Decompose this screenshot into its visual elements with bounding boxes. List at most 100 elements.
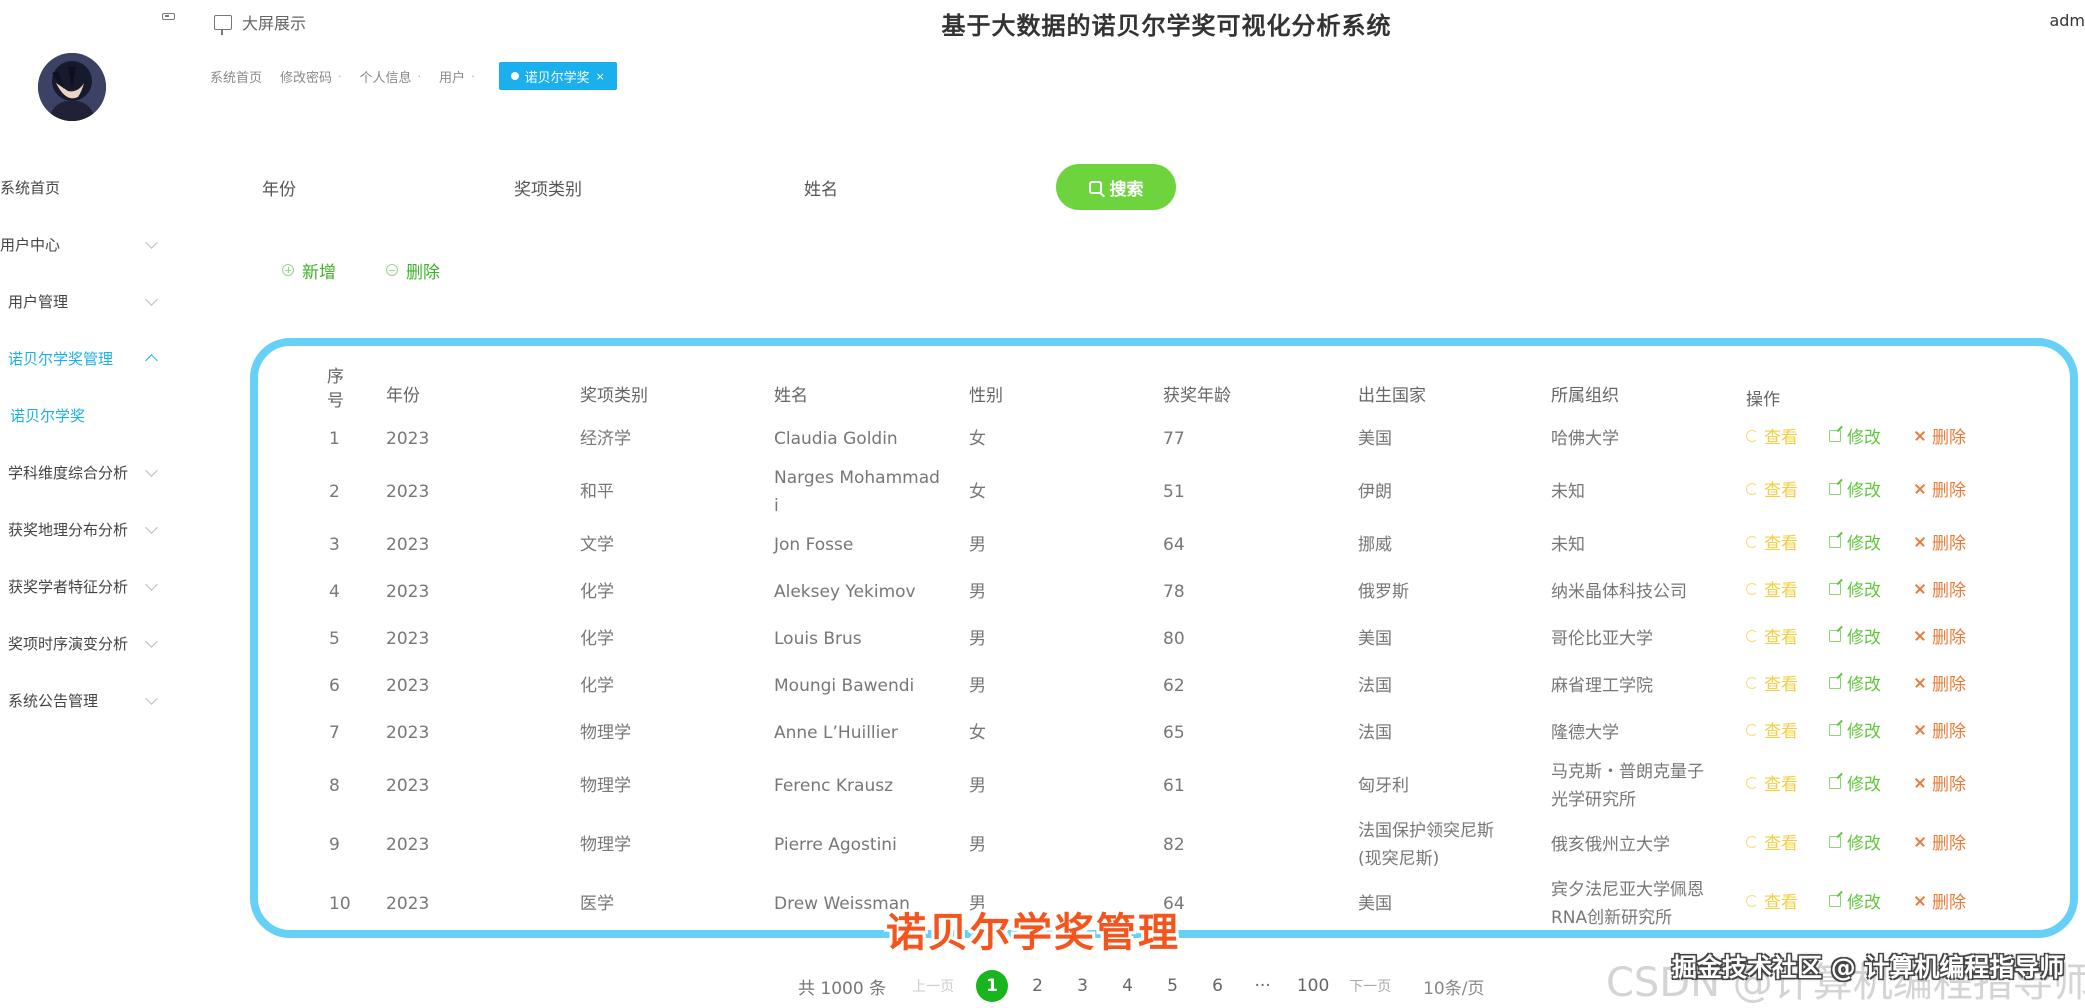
- row-name: Anne L’Huillier: [774, 723, 898, 743]
- sidebar-item-subject-analysis[interactable]: 学科维度综合分析: [0, 457, 160, 487]
- row-org: 宾夕法尼亚大学佩恩 RNA创新研究所: [1551, 880, 1704, 928]
- sidebar-item-nobel-prize[interactable]: 诺贝尔学奖: [0, 400, 160, 430]
- row-year: 2023: [386, 894, 430, 914]
- page-5-button[interactable]: 5: [1150, 976, 1195, 996]
- eye-icon: [1746, 835, 1758, 848]
- search-icon: [1088, 180, 1102, 194]
- page-2-button[interactable]: 2: [1015, 976, 1060, 996]
- edit-button[interactable]: 修改: [1829, 770, 1881, 795]
- tab-home[interactable]: 系统首页: [210, 67, 262, 86]
- edit-icon: [1829, 894, 1841, 907]
- row-org: 哥伦比亚大学: [1551, 629, 1653, 649]
- close-icon[interactable]: ·: [471, 70, 475, 83]
- close-icon[interactable]: ·: [338, 70, 342, 83]
- category-filter-label[interactable]: 奖项类别: [514, 175, 582, 200]
- year-filter-label[interactable]: 年份: [262, 175, 296, 200]
- row-category: 和平: [580, 482, 614, 502]
- row-gender: 男: [969, 535, 986, 555]
- delete-button[interactable]: 删除: [1914, 770, 1966, 795]
- close-icon: [1914, 583, 1926, 595]
- edit-button[interactable]: 修改: [1829, 476, 1881, 501]
- edit-button[interactable]: 修改: [1829, 576, 1881, 601]
- batch-delete-button[interactable]: 删除: [386, 258, 440, 283]
- sidebar-item-home[interactable]: 系统首页: [0, 172, 160, 202]
- delete-button[interactable]: 删除: [1914, 529, 1966, 554]
- sidebar-item-nobel-management[interactable]: 诺贝尔学奖管理: [0, 343, 160, 373]
- row-org: 隆德大学: [1551, 723, 1619, 743]
- row-age: 80: [1163, 629, 1185, 649]
- close-icon: [1914, 536, 1926, 548]
- system-title: 基于大数据的诺贝尔学奖可视化分析系统: [941, 12, 1392, 40]
- edit-button[interactable]: 修改: [1829, 529, 1881, 554]
- delete-button[interactable]: 删除: [1914, 476, 1966, 501]
- edit-button[interactable]: 修改: [1829, 623, 1881, 648]
- sidebar-item-timeline-analysis[interactable]: 奖项时序演变分析: [0, 628, 160, 658]
- edit-button[interactable]: 修改: [1829, 717, 1881, 742]
- view-button[interactable]: 查看: [1746, 423, 1798, 448]
- page-ellipsis[interactable]: ···: [1240, 976, 1285, 996]
- add-button[interactable]: 新增: [282, 258, 336, 283]
- row-gender: 女: [969, 429, 986, 449]
- edit-button[interactable]: 修改: [1829, 829, 1881, 854]
- row-gender: 男: [969, 776, 986, 796]
- page-6-button[interactable]: 6: [1195, 976, 1240, 996]
- delete-button[interactable]: 删除: [1914, 670, 1966, 695]
- name-filter-label[interactable]: 姓名: [804, 175, 838, 200]
- nobel-table: 序号 年份 奖项类别 姓名 性别 获奖年龄 出生国家 所属组织 操作 1 2023 经济学 Claudi…: [250, 338, 2078, 938]
- page-4-button[interactable]: 4: [1105, 976, 1150, 996]
- header-org: 所属组织: [1551, 386, 1619, 406]
- header-category: 奖项类别: [580, 386, 648, 406]
- row-org: 未知: [1551, 482, 1585, 502]
- header-year: 年份: [386, 386, 420, 406]
- sidebar-item-announcement[interactable]: 系统公告管理: [0, 685, 160, 715]
- row-name: Ferenc Krausz: [774, 776, 894, 796]
- tab-user[interactable]: 用户 ·: [439, 67, 475, 86]
- edit-icon: [1829, 723, 1841, 736]
- page-size-select[interactable]: 10条/页: [1423, 974, 1484, 999]
- view-button[interactable]: 查看: [1746, 829, 1798, 854]
- edit-button[interactable]: 修改: [1829, 670, 1881, 695]
- view-button[interactable]: 查看: [1746, 623, 1798, 648]
- edit-button[interactable]: 修改: [1829, 423, 1881, 448]
- sidebar-item-geo-analysis[interactable]: 获奖地理分布分析: [0, 514, 160, 544]
- sidebar-item-user-management[interactable]: 用户管理: [0, 286, 160, 316]
- prev-page-button[interactable]: 上一页: [912, 976, 954, 996]
- row-index: 1: [329, 429, 340, 449]
- close-icon[interactable]: ×: [596, 70, 605, 83]
- avatar[interactable]: [38, 53, 106, 121]
- chevron-down-icon: [145, 236, 158, 249]
- search-button[interactable]: 搜索: [1056, 164, 1176, 210]
- view-button[interactable]: 查看: [1746, 717, 1798, 742]
- delete-button[interactable]: 删除: [1914, 829, 1966, 854]
- eye-icon: [1746, 582, 1758, 595]
- delete-button[interactable]: 删除: [1914, 717, 1966, 742]
- view-button[interactable]: 查看: [1746, 670, 1798, 695]
- row-country: 伊朗: [1358, 482, 1392, 502]
- tab-nobel-prize[interactable]: 诺贝尔学奖 ×: [498, 62, 617, 90]
- sidebar-item-scholar-analysis[interactable]: 获奖学者特征分析: [0, 571, 160, 601]
- sidebar-item-user-center[interactable]: 用户中心: [0, 229, 160, 259]
- row-index: 7: [329, 723, 340, 743]
- row-category: 医学: [580, 894, 614, 914]
- delete-button[interactable]: 删除: [1914, 423, 1966, 448]
- tab-change-password[interactable]: 修改密码 ·: [280, 67, 342, 86]
- delete-button[interactable]: 删除: [1914, 888, 1966, 913]
- view-button[interactable]: 查看: [1746, 529, 1798, 554]
- view-button[interactable]: 查看: [1746, 770, 1798, 795]
- row-age: 62: [1163, 676, 1185, 696]
- page-1-button[interactable]: 1: [976, 970, 1009, 1002]
- view-button[interactable]: 查看: [1746, 888, 1798, 913]
- page-100-button[interactable]: 100: [1285, 976, 1341, 996]
- chevron-down-icon: [145, 521, 158, 534]
- edit-button[interactable]: 修改: [1829, 888, 1881, 913]
- edit-icon: [1829, 676, 1841, 689]
- view-button[interactable]: 查看: [1746, 476, 1798, 501]
- delete-button[interactable]: 删除: [1914, 576, 1966, 601]
- next-page-button[interactable]: 下一页: [1349, 976, 1391, 996]
- view-button[interactable]: 查看: [1746, 576, 1798, 601]
- tab-profile[interactable]: 个人信息 ·: [360, 67, 422, 86]
- delete-button[interactable]: 删除: [1914, 623, 1966, 648]
- page-3-button[interactable]: 3: [1060, 976, 1105, 996]
- user-name[interactable]: adm: [2049, 11, 2085, 30]
- close-icon[interactable]: ·: [418, 70, 422, 83]
